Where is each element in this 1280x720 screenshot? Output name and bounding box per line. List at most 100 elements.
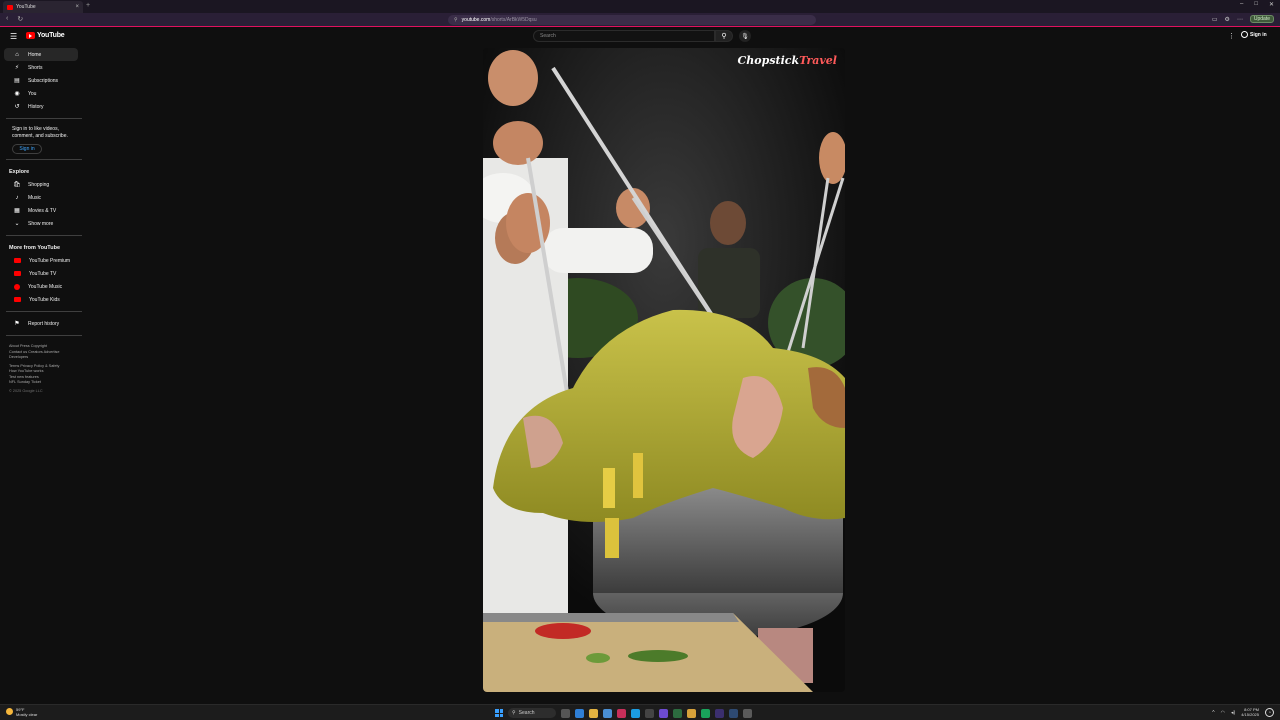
- subscriptions-icon: ▤: [14, 78, 20, 84]
- guide-sidebar: ⌂ Home ⚡ Shorts ▤ Subscriptions ◉ You ↺ …: [0, 48, 82, 397]
- notification-icon[interactable]: ◔: [1265, 708, 1274, 717]
- maximize-icon[interactable]: □: [1254, 1, 1258, 8]
- sidebar-item-show-more[interactable]: ⌄ Show more: [4, 217, 78, 230]
- sidebar-item-movies[interactable]: ▦ Movies & TV: [4, 204, 78, 217]
- settings-dots-icon[interactable]: ⋮: [1228, 32, 1235, 40]
- clock[interactable]: 8:07 PM 4/15/2025: [1241, 707, 1259, 717]
- chevron-down-icon: ⌄: [14, 221, 20, 227]
- flag-icon: ⚑: [14, 321, 20, 327]
- browser-tab[interactable]: YouTube ×: [3, 1, 83, 13]
- sidebar-item-report-history[interactable]: ⚑ Report history: [4, 317, 78, 330]
- url-field[interactable]: ⚲ youtube.com /shorts/ArBkW5Dqsu: [448, 15, 816, 25]
- youtube-tv-icon: [14, 271, 21, 276]
- shorts-video-player[interactable]: ChopstickTravel: [483, 48, 845, 692]
- app-icon[interactable]: [743, 708, 752, 718]
- site-info-icon[interactable]: ⚲: [454, 17, 458, 23]
- footer-links-7[interactable]: NFL Sunday Ticket: [9, 380, 73, 386]
- search-icon: ⚲: [512, 710, 516, 716]
- windows-start-icon[interactable]: [495, 709, 503, 717]
- youtube-favicon-icon: [7, 4, 13, 10]
- youtube-kids-icon: [14, 297, 21, 302]
- tab-close-icon[interactable]: ×: [75, 4, 79, 10]
- taskbar-apps: ⚲ Search: [495, 708, 752, 718]
- app-icon[interactable]: [645, 708, 654, 718]
- premiere-icon[interactable]: [715, 708, 724, 718]
- sidebar-sign-in-label: Sign in: [19, 146, 35, 152]
- app-icon[interactable]: [729, 708, 738, 718]
- browser-tab-strip: YouTube × + – □ ✕: [0, 0, 1280, 13]
- hamburger-menu-icon[interactable]: ☰: [10, 32, 17, 41]
- home-icon: ⌂: [15, 51, 19, 58]
- sidebar-item-home[interactable]: ⌂ Home: [4, 48, 78, 61]
- nav-buttons: ‹ ↻: [6, 15, 23, 23]
- close-window-icon[interactable]: ✕: [1269, 1, 1274, 8]
- sign-in-button[interactable]: Sign in: [1241, 31, 1267, 38]
- sidebar-item-label: YouTube Premium: [29, 257, 71, 264]
- divider: [6, 159, 82, 160]
- tray-chevron-up-icon[interactable]: ^: [1212, 710, 1214, 716]
- sidebar-item-music[interactable]: ♪ Music: [4, 191, 78, 204]
- sidebar-item-label: Show more: [28, 220, 54, 227]
- excel-icon[interactable]: [701, 708, 710, 718]
- sidebar-item-shorts[interactable]: ⚡ Shorts: [4, 61, 78, 74]
- music-icon: ♪: [15, 194, 19, 201]
- opera-icon[interactable]: [617, 708, 626, 718]
- search-button[interactable]: ⚲: [715, 30, 733, 42]
- clock-date: 4/15/2025: [1241, 711, 1259, 717]
- browser-toolbar-right: ▭ ⚙ ⋯ Update: [1212, 15, 1274, 23]
- weather-widget[interactable]: 59°F Mostly clear: [6, 707, 37, 717]
- divider: [6, 335, 82, 336]
- sidebar-item-label: Shopping: [28, 181, 50, 188]
- youtube-logo[interactable]: YouTube: [26, 32, 65, 39]
- back-icon[interactable]: ‹: [6, 15, 8, 23]
- youtube-play-icon: [26, 32, 35, 39]
- reload-icon[interactable]: ↻: [17, 15, 23, 23]
- weather-sun-icon: [6, 708, 13, 715]
- url-host: youtube.com: [461, 17, 491, 23]
- search-icon: ⚲: [721, 33, 727, 40]
- sidebar-item-label: Report history: [28, 320, 60, 327]
- sidebar-item-subscriptions[interactable]: ▤ Subscriptions: [4, 74, 78, 87]
- sidebar-item-history[interactable]: ↺ History: [4, 100, 78, 113]
- app-icon[interactable]: [603, 708, 612, 718]
- shorts-icon: ⚡: [14, 65, 20, 71]
- wifi-icon[interactable]: ◠: [1221, 710, 1225, 716]
- video-frame: [483, 48, 845, 692]
- sidebar-sign-in-button[interactable]: Sign in: [12, 144, 42, 154]
- app-icon[interactable]: [673, 708, 682, 718]
- sidebar-item-label: History: [28, 103, 44, 110]
- channel-watermark: ChopstickTravel: [738, 54, 837, 67]
- sidebar-item-you[interactable]: ◉ You: [4, 87, 78, 100]
- youtube-premium-icon: [14, 258, 21, 263]
- sidebar-item-shopping[interactable]: 🛍 Shopping: [4, 178, 78, 191]
- system-tray: ^ ◠ ◂) 8:07 PM 4/15/2025 ◔: [1212, 707, 1274, 717]
- sidebar-item-youtube-tv[interactable]: YouTube TV: [4, 267, 78, 280]
- app-icon[interactable]: [687, 708, 696, 718]
- sidebar-item-youtube-premium[interactable]: YouTube Premium: [4, 254, 78, 267]
- sidebar-item-label: Subscriptions: [28, 77, 59, 84]
- sidebar-item-youtube-music[interactable]: YouTube Music: [4, 280, 78, 293]
- youtube-header: ☰ YouTube Search ⚲ 🎙 ⋮ Sign in: [0, 28, 1280, 44]
- new-tab-button[interactable]: +: [86, 2, 90, 9]
- search-input[interactable]: Search: [533, 30, 715, 42]
- volume-icon[interactable]: ◂): [1231, 710, 1235, 716]
- app-icon[interactable]: [659, 708, 668, 718]
- divider: [6, 118, 82, 119]
- voice-search-button[interactable]: 🎙: [739, 30, 751, 42]
- store-icon[interactable]: [631, 708, 640, 718]
- window-controls: – □ ✕: [1240, 1, 1274, 8]
- minimize-icon[interactable]: –: [1240, 1, 1243, 8]
- update-button[interactable]: Update: [1249, 15, 1274, 23]
- sidebar-toggle-icon[interactable]: ▭: [1212, 16, 1218, 23]
- sidebar-item-youtube-kids[interactable]: YouTube Kids: [4, 293, 78, 306]
- sidebar-footer: About Press Copyright Contact us Creator…: [0, 341, 82, 397]
- sidebar-item-label: Home: [28, 51, 42, 58]
- file-explorer-icon[interactable]: [589, 708, 598, 718]
- menu-dots-icon[interactable]: ⋯: [1237, 16, 1243, 23]
- microphone-icon: 🎙: [741, 33, 749, 40]
- task-view-icon[interactable]: [561, 708, 570, 718]
- sign-in-label: Sign in: [1250, 31, 1267, 38]
- edge-icon[interactable]: [575, 708, 584, 718]
- taskbar-search[interactable]: ⚲ Search: [508, 708, 556, 718]
- extensions-icon[interactable]: ⚙: [1224, 16, 1229, 23]
